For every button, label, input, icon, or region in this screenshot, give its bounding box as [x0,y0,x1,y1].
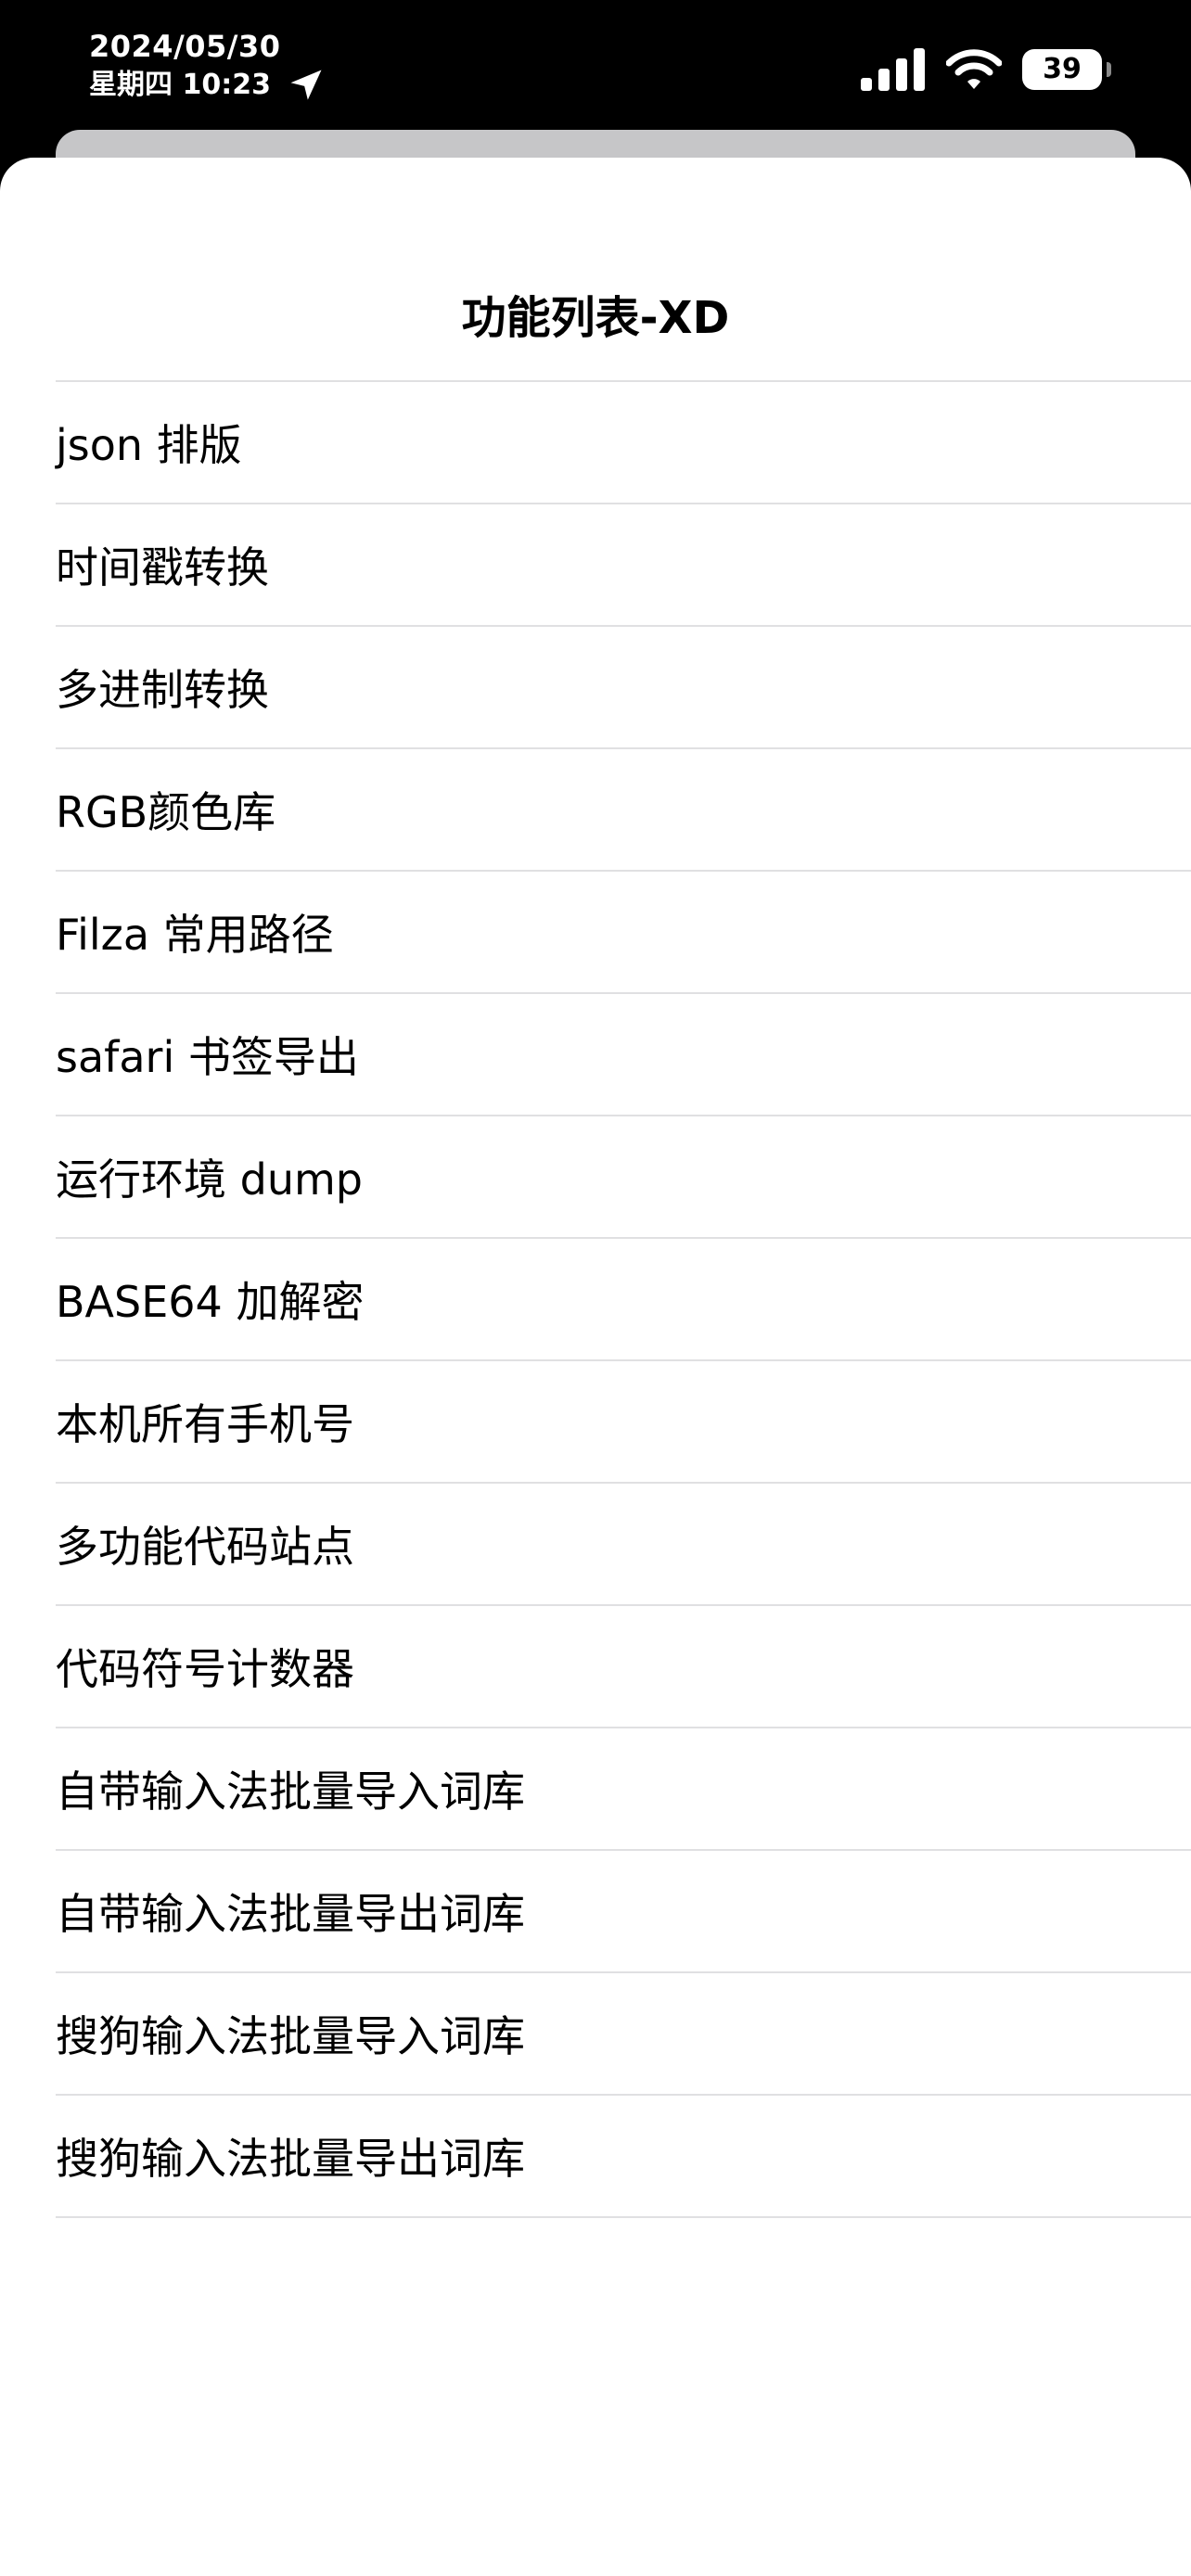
list-item-code-sites[interactable]: 多功能代码站点 [56,1484,1191,1606]
list-item-builtin-ime-export[interactable]: 自带输入法批量导出词库 [56,1851,1191,1973]
battery-icon: 39 [1022,49,1111,90]
list-item-base64[interactable]: BASE64 加解密 [56,1239,1191,1361]
list-item-phone-numbers[interactable]: 本机所有手机号 [56,1361,1191,1484]
status-indicators: 39 [861,46,1111,93]
list-item-rgb-colors[interactable]: RGB颜色库 [56,749,1191,872]
location-arrow-icon [286,65,327,106]
list-item-timestamp-convert[interactable]: 时间戳转换 [56,504,1191,627]
status-time-row: 星期四 10:23 [89,65,327,106]
wifi-icon [945,48,1003,91]
status-date: 2024/05/30 [89,29,281,64]
function-list: json 排版 时间戳转换 多进制转换 RGB颜色库 Filza 常用路径 sa… [56,380,1191,2218]
battery-cap [1107,62,1111,77]
list-item-sogou-ime-export[interactable]: 搜狗输入法批量导出词库 [56,2096,1191,2218]
list-item-sogou-ime-import[interactable]: 搜狗输入法批量导入词库 [56,1973,1191,2096]
function-list-sheet: 功能列表-XD json 排版 时间戳转换 多进制转换 RGB颜色库 Filza… [0,158,1191,2576]
list-item-symbol-counter[interactable]: 代码符号计数器 [56,1606,1191,1728]
sheet-title: 功能列表-XD [461,292,730,344]
status-clock: 2024/05/30 星期四 10:23 [89,30,327,106]
list-item-base-convert[interactable]: 多进制转换 [56,627,1191,749]
status-time: 星期四 10:23 [89,69,271,101]
list-item-json-format[interactable]: json 排版 [56,382,1191,504]
cellular-signal-icon [861,48,926,91]
list-item-safari-bookmarks-export[interactable]: safari 书签导出 [56,994,1191,1116]
list-item-filza-paths[interactable]: Filza 常用路径 [56,872,1191,994]
list-item-env-dump[interactable]: 运行环境 dump [56,1116,1191,1239]
battery-level: 39 [1043,53,1082,85]
status-bar: 2024/05/30 星期四 10:23 39 [0,0,1191,139]
list-item-builtin-ime-import[interactable]: 自带输入法批量导入词库 [56,1728,1191,1851]
